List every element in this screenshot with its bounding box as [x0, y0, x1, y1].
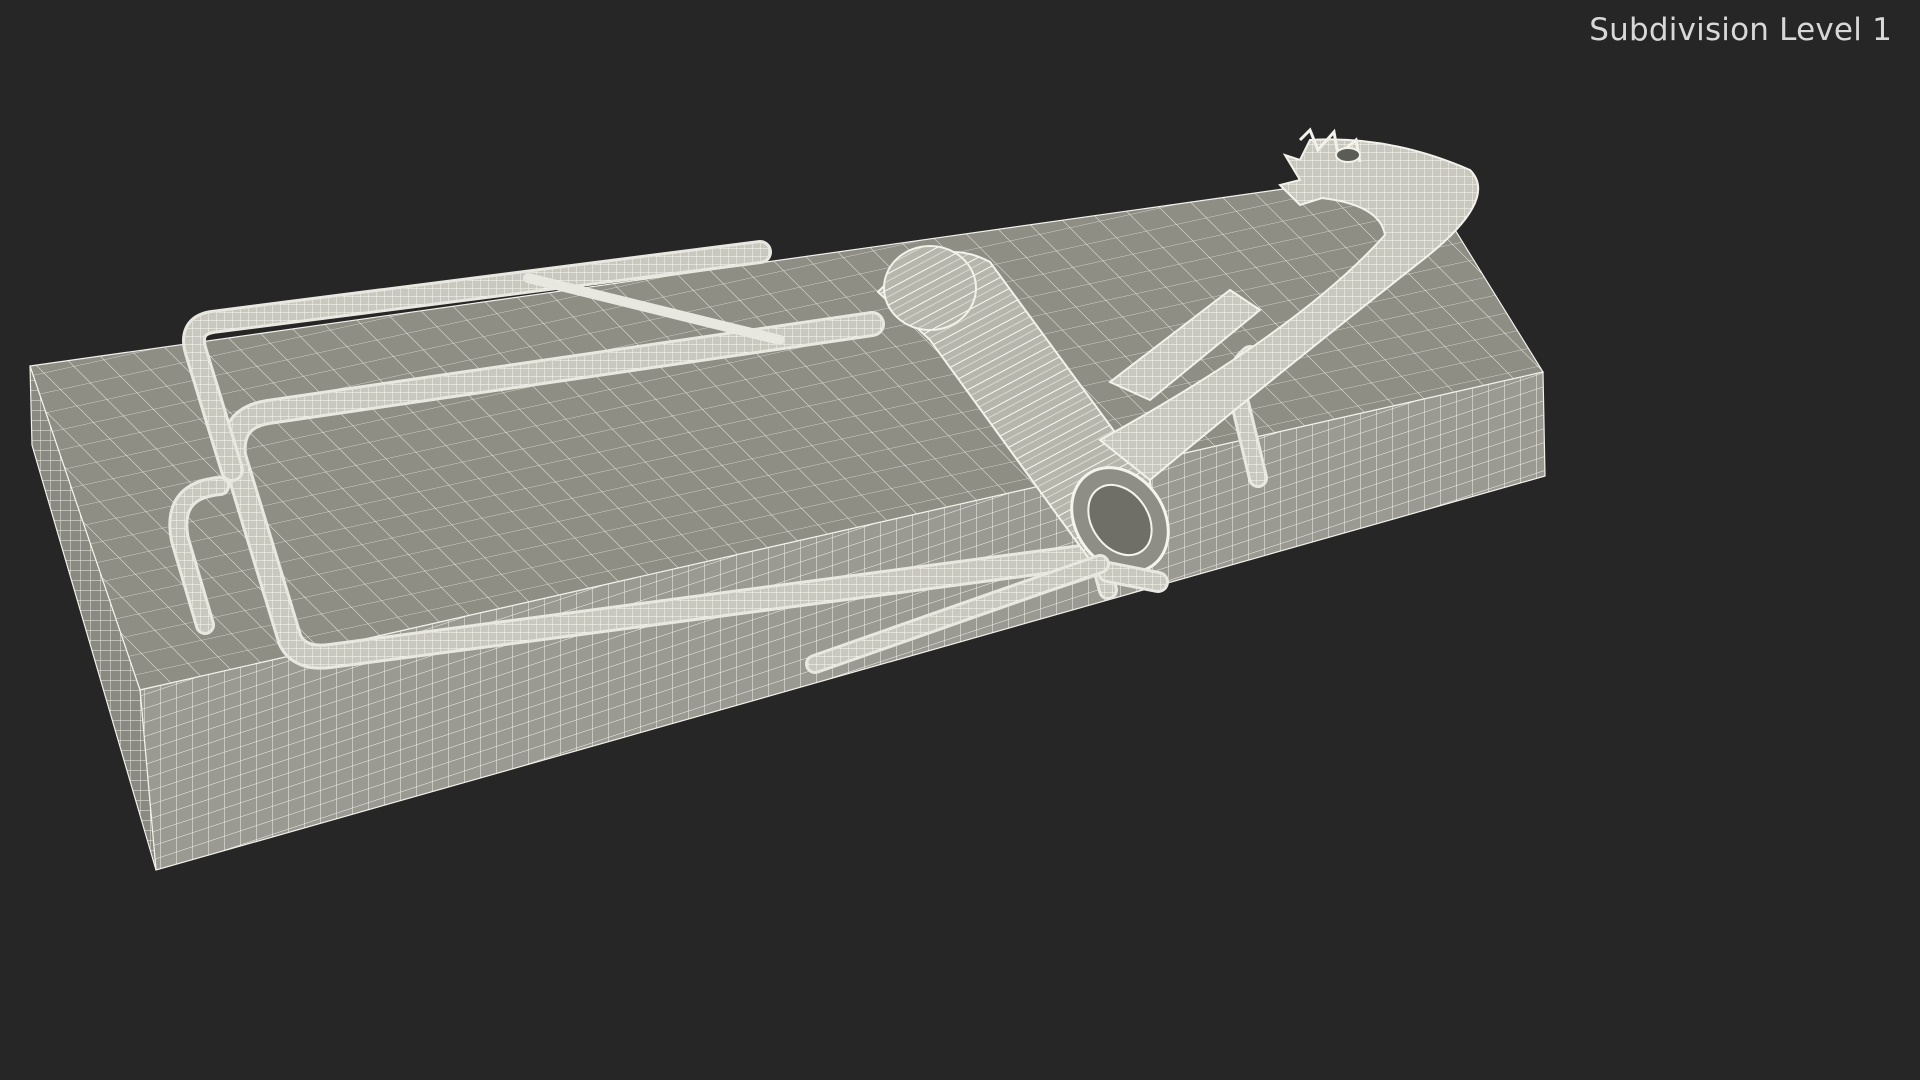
- subdivision-level-label: Subdivision Level 1: [1589, 12, 1892, 48]
- viewport: Subdivision Level 1: [0, 0, 1920, 1080]
- mousetrap-wireframe-render: [29, 127, 1546, 871]
- axle-pin: [1097, 561, 1169, 593]
